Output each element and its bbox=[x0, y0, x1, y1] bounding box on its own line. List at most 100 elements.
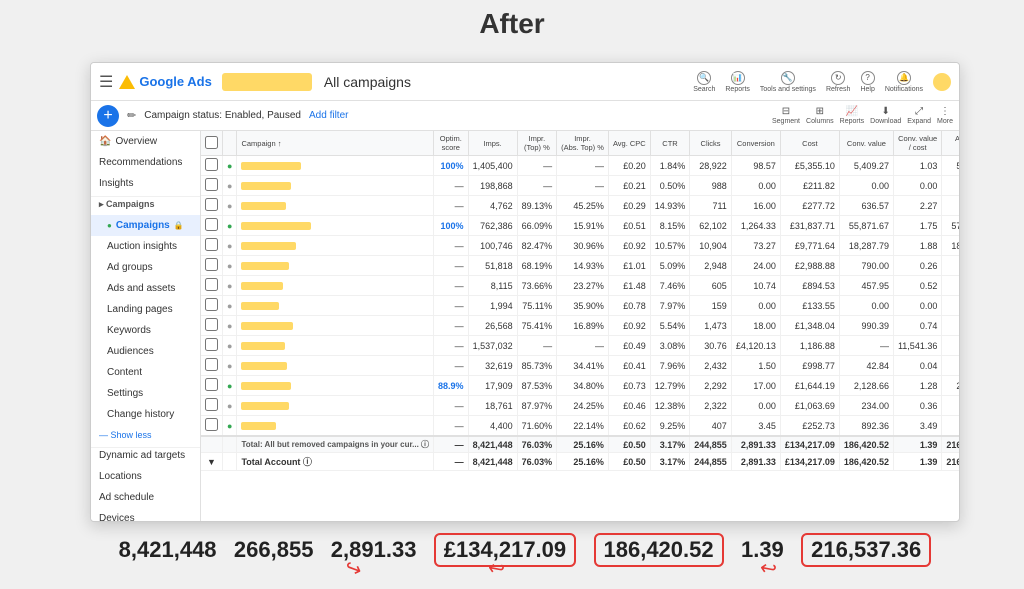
row-checkbox[interactable] bbox=[201, 176, 223, 196]
row-cost: £252.73 bbox=[780, 416, 839, 437]
sidebar-item-recommendations[interactable]: Recommendations bbox=[91, 152, 200, 173]
sidebar-item-show-less[interactable]: — Show less bbox=[91, 425, 200, 445]
row-checkbox[interactable] bbox=[201, 216, 223, 236]
add-filter-btn[interactable]: Add filter bbox=[309, 110, 348, 121]
row-checkbox[interactable] bbox=[201, 196, 223, 216]
segment-btn[interactable]: ⊟ Segment bbox=[772, 106, 800, 125]
sidebar-item-change-history[interactable]: Change history bbox=[91, 404, 200, 425]
col-imps-abs[interactable]: Impr.(Abs. Top) % bbox=[557, 131, 609, 156]
sidebar-item-insights[interactable]: Insights bbox=[91, 173, 200, 194]
col-all-cv[interactable]: All conv.value bbox=[942, 131, 959, 156]
reports-icon-btn[interactable]: 📊 Reports bbox=[725, 71, 750, 93]
row-checkbox[interactable] bbox=[201, 236, 223, 256]
row-cpc: £1.01 bbox=[608, 256, 650, 276]
sidebar-item-audiences[interactable]: Audiences bbox=[91, 341, 200, 362]
add-button[interactable]: + bbox=[97, 105, 119, 127]
row-campaign[interactable] bbox=[237, 276, 434, 296]
search-icon-btn[interactable]: 🔍 Search bbox=[693, 71, 715, 93]
sidebar-item-ads[interactable]: Ads and assets bbox=[91, 278, 200, 299]
help-icon-btn[interactable]: ? Help bbox=[860, 71, 874, 93]
row-ctr: 3.08% bbox=[650, 336, 690, 356]
col-campaign[interactable]: Campaign ↑ bbox=[237, 131, 434, 156]
row-optim: — bbox=[434, 296, 469, 316]
row-checkbox[interactable] bbox=[201, 276, 223, 296]
edit-icon[interactable]: ✏ bbox=[127, 109, 136, 122]
reports-btn[interactable]: 📈 Reports bbox=[840, 106, 865, 125]
row-imps-top: 75.41% bbox=[517, 316, 557, 336]
col-cpc[interactable]: Avg. CPC bbox=[608, 131, 650, 156]
col-imps-top[interactable]: Impr.(Top) % bbox=[517, 131, 557, 156]
row-conv-val: 0.00 bbox=[839, 296, 893, 316]
sidebar-item-landing[interactable]: Landing pages bbox=[91, 299, 200, 320]
table-row: ● — 198,868 — — £0.21 0.50% 988 0.00 £21… bbox=[201, 176, 959, 196]
account-badge bbox=[933, 73, 951, 91]
row-cpc: £0.92 bbox=[608, 236, 650, 256]
hamburger-icon[interactable]: ☰ bbox=[99, 72, 113, 92]
row-checkbox[interactable] bbox=[201, 156, 223, 176]
col-clicks[interactable]: Clicks bbox=[690, 131, 732, 156]
more-btn[interactable]: ⋮ More bbox=[937, 106, 953, 125]
col-conv[interactable]: Conversion bbox=[731, 131, 780, 156]
select-all-checkbox[interactable] bbox=[205, 136, 218, 149]
sidebar-item-campaigns[interactable]: ● Campaigns 🔒 bbox=[91, 215, 200, 236]
row-campaign[interactable] bbox=[237, 176, 434, 196]
row-conv-val: 457.95 bbox=[839, 276, 893, 296]
sidebar-item-adgroups[interactable]: Ad groups bbox=[91, 257, 200, 278]
top-bar: ☰ Google Ads All campaigns 🔍 Search 📊 Re… bbox=[91, 63, 959, 101]
row-imps-abs: 34.80% bbox=[557, 376, 609, 396]
row-clicks: 10,904 bbox=[690, 236, 732, 256]
refresh-icon-btn[interactable]: ↻ Refresh bbox=[826, 71, 851, 93]
row-status: ● bbox=[223, 336, 237, 356]
row-checkbox[interactable] bbox=[201, 376, 223, 396]
row-checkbox[interactable] bbox=[201, 416, 223, 437]
col-cvr[interactable]: Conv. value/ cost bbox=[893, 131, 941, 156]
row-campaign[interactable] bbox=[237, 416, 434, 437]
table-row: ● — 1,537,032 — — £0.49 3.08% 30.76 £4,1… bbox=[201, 336, 959, 356]
col-ctr[interactable]: CTR bbox=[650, 131, 690, 156]
tools-icon-btn[interactable]: 🔧 Tools and settings bbox=[760, 71, 816, 93]
row-checkbox[interactable] bbox=[201, 296, 223, 316]
row-campaign[interactable] bbox=[237, 316, 434, 336]
sidebar-item-dynamic[interactable]: Dynamic ad targets bbox=[91, 447, 200, 466]
col-cost[interactable]: Cost bbox=[780, 131, 839, 156]
sidebar-item-locations[interactable]: Locations bbox=[91, 466, 200, 487]
sidebar-item-settings[interactable]: Settings bbox=[91, 383, 200, 404]
columns-btn[interactable]: ⊞ Columns bbox=[806, 106, 834, 125]
row-checkbox[interactable] bbox=[201, 396, 223, 416]
row-campaign[interactable] bbox=[237, 236, 434, 256]
row-campaign[interactable] bbox=[237, 376, 434, 396]
row-campaign[interactable] bbox=[237, 196, 434, 216]
row-campaign[interactable] bbox=[237, 296, 434, 316]
sidebar-item-auction[interactable]: Auction insights bbox=[91, 236, 200, 257]
col-imps[interactable]: Imps. bbox=[468, 131, 517, 156]
row-checkbox[interactable] bbox=[201, 356, 223, 376]
row-clicks: 30.76 bbox=[690, 336, 732, 356]
notifications-icon-btn[interactable]: 🔔 Notifications bbox=[885, 71, 923, 93]
row-checkbox[interactable] bbox=[201, 316, 223, 336]
row-imps: 4,762 bbox=[468, 196, 517, 216]
row-campaign[interactable] bbox=[237, 336, 434, 356]
row-campaign[interactable] bbox=[237, 396, 434, 416]
sidebar-item-devices[interactable]: Devices bbox=[91, 508, 200, 521]
row-campaign[interactable] bbox=[237, 356, 434, 376]
download-btn[interactable]: ⬇ Download bbox=[870, 106, 901, 125]
row-ctr: 1.84% bbox=[650, 156, 690, 176]
row-checkbox[interactable] bbox=[201, 256, 223, 276]
col-checkbox[interactable] bbox=[201, 131, 223, 156]
expand-btn[interactable]: ⤢ Expand bbox=[907, 106, 931, 125]
row-checkbox[interactable] bbox=[201, 336, 223, 356]
row-imps: 100,746 bbox=[468, 236, 517, 256]
row-imps: 51,818 bbox=[468, 256, 517, 276]
sidebar-item-overview[interactable]: 🏠Overview bbox=[91, 131, 200, 152]
row-conv-val: 234.00 bbox=[839, 396, 893, 416]
row-campaign[interactable] bbox=[237, 256, 434, 276]
row-campaign[interactable] bbox=[237, 156, 434, 176]
row-ctr: 5.54% bbox=[650, 316, 690, 336]
row-status: ● bbox=[223, 396, 237, 416]
row-campaign[interactable] bbox=[237, 216, 434, 236]
col-conv-val[interactable]: Conv. value bbox=[839, 131, 893, 156]
sidebar-item-keywords[interactable]: Keywords bbox=[91, 320, 200, 341]
sidebar-item-ad-schedule[interactable]: Ad schedule bbox=[91, 487, 200, 508]
account-expand[interactable]: ▼ bbox=[201, 453, 223, 471]
sidebar-item-content[interactable]: Content bbox=[91, 362, 200, 383]
